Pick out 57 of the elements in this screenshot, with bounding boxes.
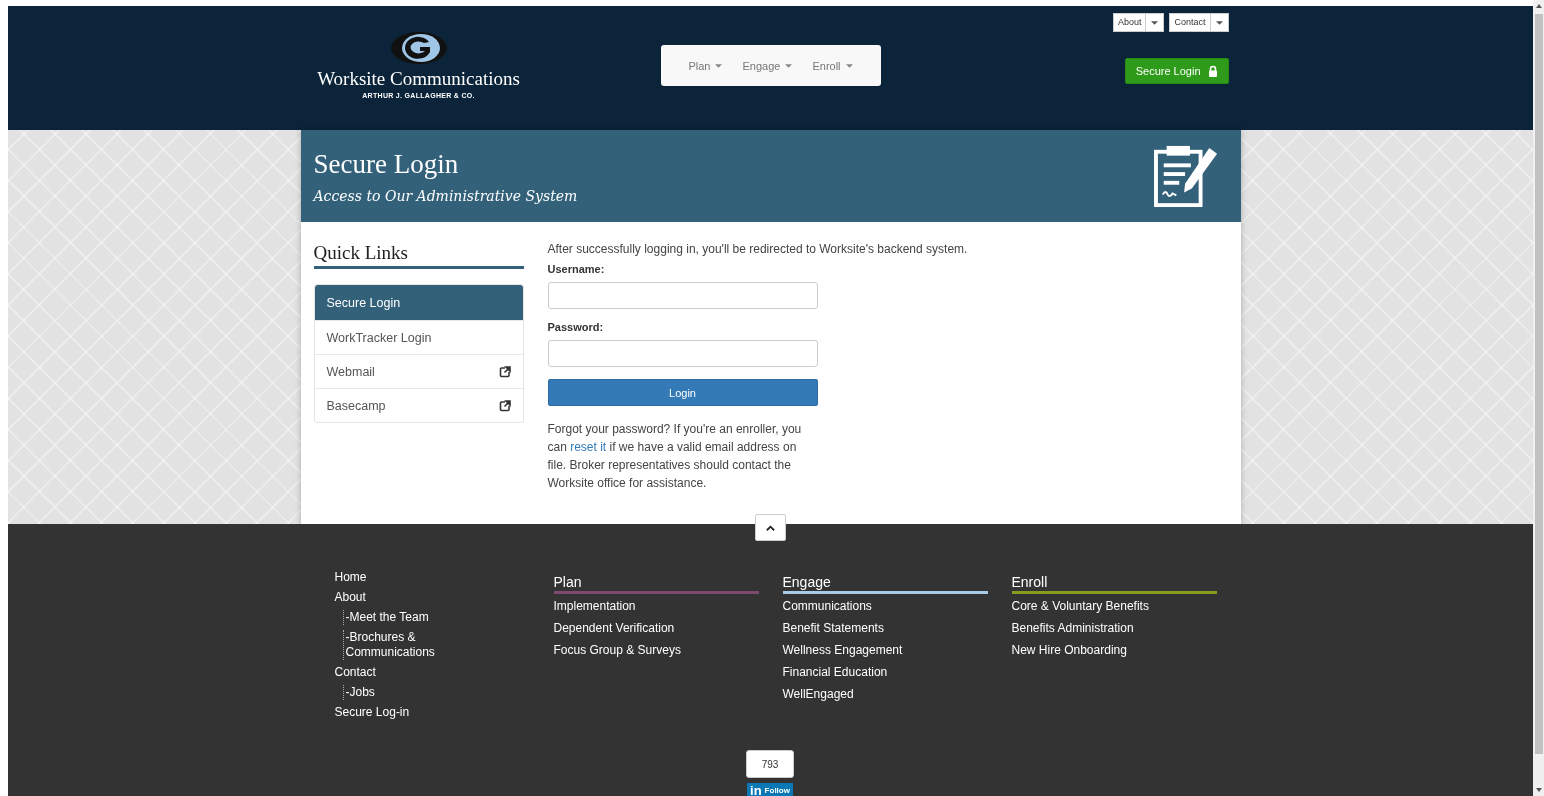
caret-icon (845, 63, 853, 68)
footer-link[interactable]: WellEngaged (782, 687, 988, 702)
dropdown-label[interactable]: Contact (1170, 14, 1211, 31)
split-dropdown[interactable]: About (1112, 13, 1165, 32)
input-field[interactable] (547, 282, 818, 309)
footer-link[interactable]: About (334, 590, 554, 605)
lock-icon (1207, 65, 1218, 77)
footer-link[interactable]: Communications (782, 599, 988, 614)
reset-link[interactable]: reset it (570, 440, 607, 454)
sidebar-heading: Quick Links (313, 242, 524, 269)
caret-icon[interactable] (1151, 20, 1159, 25)
split-dropdown[interactable]: Contact (1169, 13, 1229, 32)
sidebar-link[interactable]: Secure Login (314, 285, 523, 320)
footer-link[interactable]: New Hire Onboarding (1011, 643, 1217, 658)
nav-dropdown[interactable]: Engage (742, 59, 793, 72)
input-field[interactable] (547, 340, 818, 367)
caret-icon (785, 63, 793, 68)
sidebar-link[interactable]: Webmail (314, 354, 523, 388)
intro-text: After successfully logging in, you'll be redirected to Worksite's backend system. (547, 242, 969, 256)
footer-link[interactable]: Benefit Statements (782, 621, 988, 636)
footer-link[interactable]: Core & Voluntary Benefits (1011, 599, 1217, 614)
page-title: Secure Login (313, 148, 460, 180)
footer-heading: Engage (782, 574, 988, 594)
nav-dropdown[interactable]: Plan (688, 59, 723, 72)
footer-heading: Enroll (1011, 574, 1217, 594)
footer-link[interactable]: Implementation (553, 599, 759, 614)
logo-title[interactable]: Worksite Communications (317, 68, 520, 90)
dropdown-label[interactable]: About (1113, 14, 1147, 31)
footer-link[interactable]: Financial Education (782, 665, 988, 680)
caret-icon[interactable] (1215, 20, 1223, 25)
footer-link[interactable]: Contact (334, 665, 554, 680)
footer-link[interactable]: Secure Log-in (334, 705, 554, 720)
footer-heading: Plan (553, 574, 759, 594)
footer-link[interactable]: Benefits Administration (1011, 621, 1217, 636)
back-to-top-button[interactable] (755, 514, 786, 541)
footer-link[interactable]: -Meet the Team (345, 610, 446, 625)
footer-link[interactable]: Home (334, 570, 554, 585)
page-subtitle: Access to Our Administrative System (313, 187, 578, 204)
footer-link[interactable]: Focus Group & Surveys (553, 643, 759, 658)
globe-logo-icon[interactable] (388, 30, 449, 66)
sidebar-link[interactable]: Basecamp (314, 388, 523, 422)
caret-icon (715, 63, 723, 68)
footer-link[interactable]: Wellness Engagement (782, 643, 988, 658)
footer-link[interactable]: Dependent Verification (553, 621, 759, 636)
scrollbar[interactable] (1533, 0, 1544, 796)
follower-count: 793 (746, 750, 794, 778)
field-label: Username: (547, 263, 606, 275)
login-button[interactable]: Login (547, 379, 818, 406)
field-label: Password: (547, 321, 605, 333)
footer-link[interactable]: -Jobs (345, 685, 446, 700)
sidebar-link[interactable]: WorkTracker Login (314, 320, 523, 354)
chevron-up-icon (766, 524, 775, 531)
follow-button[interactable]: in Follow (747, 783, 793, 796)
secure-login-button[interactable]: Secure Login (1124, 58, 1229, 84)
help-text: Forgot your password? If you're an enroller, you can reset it if we have a valid email address on file. Broker representatives should contact the Worksite office for assistance. (547, 421, 803, 492)
nav-dropdown[interactable]: Enroll (812, 59, 853, 72)
footer-link[interactable]: -Brochures & Communications (345, 630, 446, 660)
